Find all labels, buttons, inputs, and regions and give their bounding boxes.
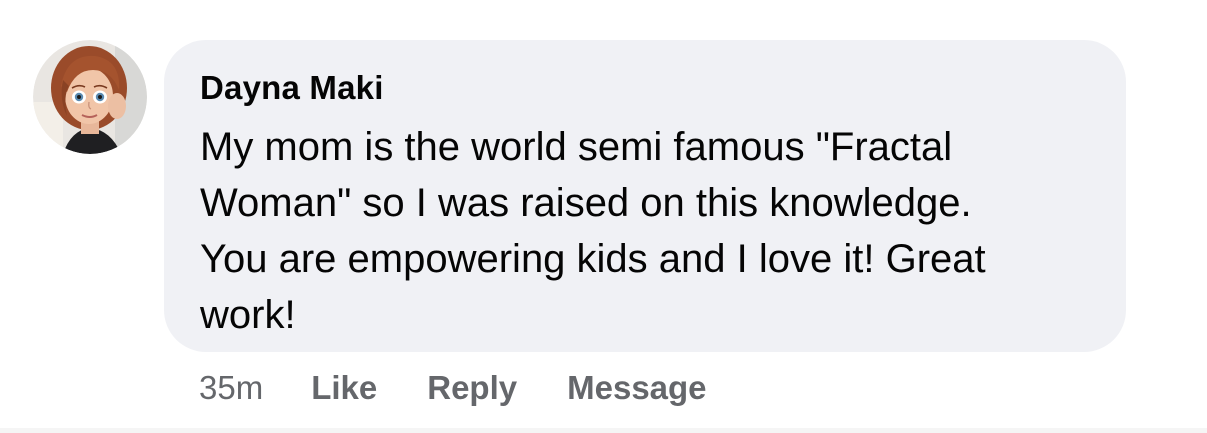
avatar[interactable] <box>33 40 147 154</box>
avatar-image <box>33 40 147 154</box>
comment-actions: 35m Like Reply Message <box>199 366 757 410</box>
comment-author[interactable]: Dayna Maki <box>200 68 1096 108</box>
reply-button[interactable]: Reply <box>427 369 517 407</box>
comment-text: My mom is the world semi famous "Fractal… <box>200 125 986 337</box>
message-button[interactable]: Message <box>567 369 706 407</box>
comment-bubble: Dayna Maki My mom is the world semi famo… <box>164 40 1126 352</box>
like-button[interactable]: Like <box>311 369 377 407</box>
divider <box>0 428 1207 433</box>
comment-timestamp[interactable]: 35m <box>199 369 263 407</box>
